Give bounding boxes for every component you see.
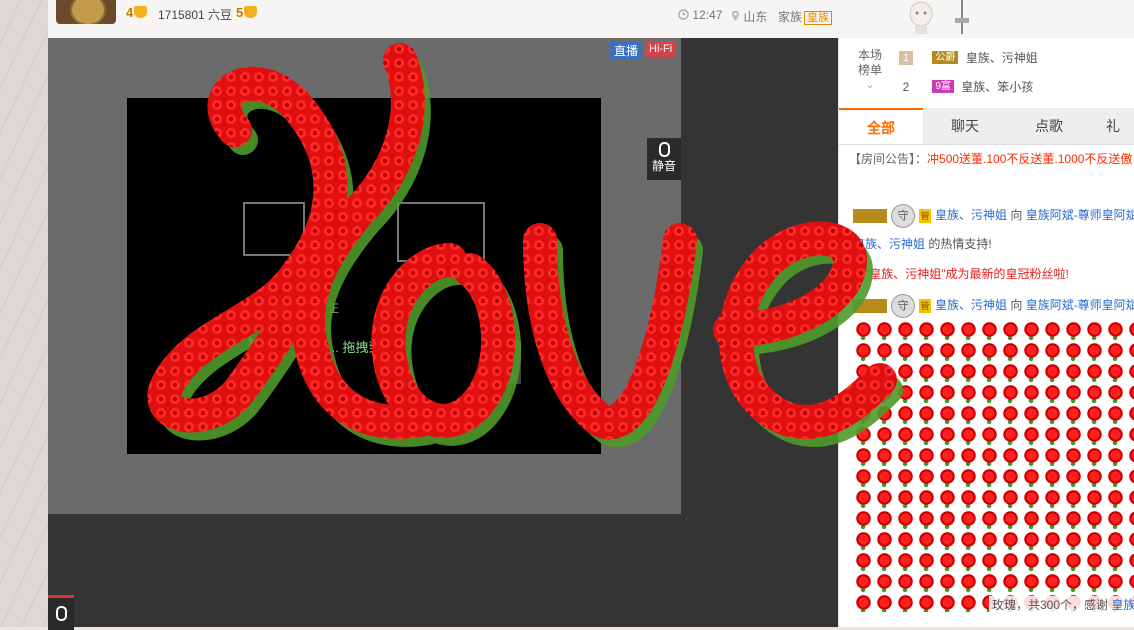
chat-verb: 向 [1007, 298, 1026, 313]
level-right-value: 5 [236, 5, 244, 20]
live-badge: 直播 [610, 41, 643, 60]
video-status-text: 正 [328, 303, 339, 315]
gift-text: 玫瑰，共300个，感谢 [992, 598, 1112, 612]
family-label: 家族 [778, 10, 803, 24]
level-right: 5 [236, 5, 258, 20]
hifi-badge: Hi-Fi [645, 41, 677, 57]
chat-message-3: 守管皇族、污神姐 向 皇族阿斌-尊师皇阿斌 [853, 294, 1134, 318]
chat-target[interactable]: 皇族阿斌-尊师皇阿斌 [1026, 208, 1134, 222]
rank-tag: 公爵 [932, 51, 959, 65]
chat-target[interactable]: 皇族阿斌-尊师皇阿斌 [1026, 298, 1134, 312]
mic-toggle-button[interactable] [48, 595, 74, 630]
video-stage[interactable] [127, 98, 601, 454]
location-icon [731, 10, 740, 21]
admin-badge: 管 [919, 209, 931, 223]
chat-message-1-line2: 皇族、污神姐 的热情支持! [853, 235, 1134, 252]
rank-name[interactable]: 皇族、笨小孩 [961, 80, 1033, 94]
chat-message-1: 守管皇族、污神姐 向 皇族阿斌-尊师皇阿斌 [853, 204, 1134, 228]
system-message: ："皇族、污神姐"成为最新的皇冠粉丝啦! [853, 267, 1069, 281]
camera-slot-1[interactable] [243, 202, 305, 256]
chat-message-2: ："皇族、污神姐"成为最新的皇冠粉丝啦! [853, 265, 1134, 282]
chat-username[interactable]: 皇族、污神姐 [853, 237, 925, 251]
video-side-tab[interactable] [503, 340, 521, 384]
crown-icon-2 [244, 6, 258, 18]
chat-username[interactable]: 皇族、污神姐 [935, 208, 1007, 222]
tab-all[interactable]: 全部 [839, 108, 923, 144]
camera-slot-2[interactable] [397, 202, 485, 262]
mute-button[interactable]: 静音 [647, 138, 681, 180]
rank-name[interactable]: 皇族、污神姐 [966, 51, 1038, 65]
noble-badge-icon [853, 299, 887, 313]
clock: 12:47 [678, 8, 722, 22]
page-background-left [0, 0, 48, 627]
family-tag[interactable]: 皇族 [804, 11, 833, 25]
side-panel: 本场 榜单 ⌄ 1 公爵 皇族、污神姐 2 9富 皇族、笨小孩 全部 聊天 点歌… [838, 38, 1134, 627]
rank-row-1[interactable]: 1 公爵 皇族、污神姐 [899, 43, 1134, 71]
rank-title-text: 本场 榜单 [857, 48, 882, 77]
notice-text: 冲500送董.100不反送董.1000不反送傲 [927, 152, 1133, 166]
top-bar: 4 1715801 六豆 5 12:47 山东 家族 皇族 [48, 0, 1134, 39]
crown-icon [134, 6, 148, 18]
family[interactable]: 家族 皇族 [778, 8, 833, 25]
tab-song[interactable]: 点歌 [1007, 108, 1091, 144]
rank-number: 1 [899, 50, 913, 65]
shield-icon: 守 [891, 204, 915, 228]
level-left-value: 4 [126, 5, 134, 20]
rose-gift-grid [853, 320, 1134, 612]
mic-icon [658, 142, 670, 157]
decoration-character-icon [909, 1, 933, 34]
notice-label: 【房间公告】： [849, 152, 928, 166]
rank-tag: 9富 [932, 80, 954, 94]
gift-sender[interactable]: 皇族、 [1111, 598, 1134, 612]
mute-label: 静音 [651, 159, 676, 173]
shield-icon: 守 [891, 294, 915, 318]
chat-verb: 向 [1007, 208, 1026, 223]
clock-icon [678, 9, 689, 20]
chevron-down-icon: ⌄ [865, 80, 875, 91]
decoration-signpost-icon [955, 0, 969, 34]
rank-row-2[interactable]: 2 9富 皇族、笨小孩 [899, 72, 1134, 100]
level-left: 4 [126, 5, 148, 20]
gift-thanks: 玫瑰，共300个，感谢 皇族、 [989, 596, 1134, 613]
room-notice: 【房间公告】：冲500送董.100不反送董.1000不反送傲 [849, 150, 1134, 167]
coin-balance: 1715801 六豆 [158, 8, 233, 22]
user-avatar[interactable] [56, 0, 116, 24]
time-text: 12:47 [692, 8, 723, 22]
location-text: 山东 [743, 10, 768, 24]
drag-hint: 把... 拖拽到这里 [315, 340, 408, 355]
rank-number: 2 [902, 79, 910, 94]
noble-badge-icon [853, 209, 887, 223]
chat-tabs: 全部 聊天 点歌 礼 [839, 108, 1134, 145]
location: 山东 [731, 8, 767, 25]
chat-username[interactable]: 皇族、污神姐 [935, 298, 1007, 312]
tab-chat[interactable]: 聊天 [923, 108, 1007, 144]
mic-icon-bottom [55, 606, 67, 621]
tab-gift[interactable]: 礼 [1091, 108, 1134, 144]
rank-title[interactable]: 本场 榜单 ⌄ [855, 48, 885, 93]
chat-text: 的热情支持! [925, 237, 992, 251]
admin-badge: 管 [919, 299, 931, 313]
